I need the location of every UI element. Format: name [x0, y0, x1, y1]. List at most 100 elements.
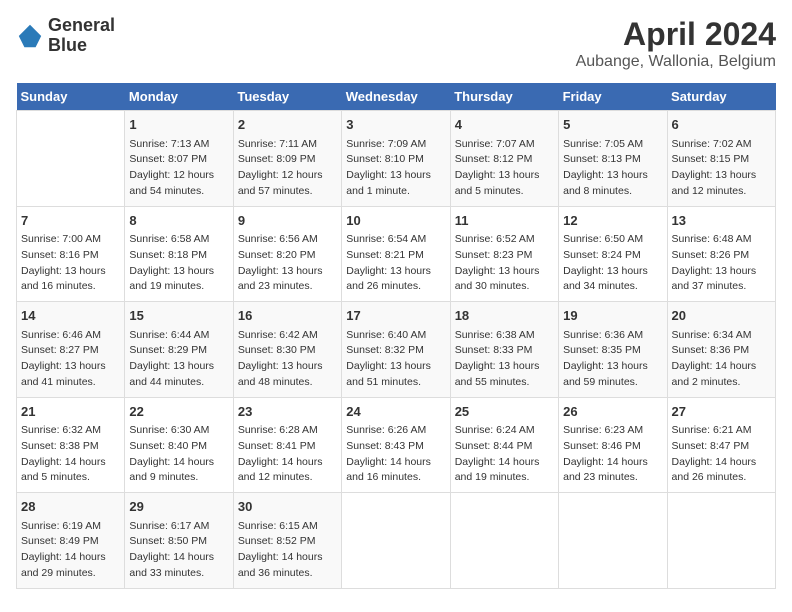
column-header-wednesday: Wednesday [342, 83, 450, 111]
day-info: Sunrise: 6:50 AMSunset: 8:24 PMDaylight:… [563, 232, 662, 295]
calendar-cell: 14Sunrise: 6:46 AMSunset: 8:27 PMDayligh… [17, 302, 125, 398]
day-info: Sunrise: 6:34 AMSunset: 8:36 PMDaylight:… [672, 328, 771, 391]
column-header-thursday: Thursday [450, 83, 558, 111]
calendar-cell: 13Sunrise: 6:48 AMSunset: 8:26 PMDayligh… [667, 206, 775, 302]
day-number: 26 [563, 402, 662, 422]
week-row-3: 14Sunrise: 6:46 AMSunset: 8:27 PMDayligh… [17, 302, 776, 398]
column-header-sunday: Sunday [17, 83, 125, 111]
calendar-cell: 12Sunrise: 6:50 AMSunset: 8:24 PMDayligh… [559, 206, 667, 302]
calendar-cell [667, 493, 775, 589]
column-headers: SundayMondayTuesdayWednesdayThursdayFrid… [17, 83, 776, 111]
calendar-cell: 17Sunrise: 6:40 AMSunset: 8:32 PMDayligh… [342, 302, 450, 398]
logo: General Blue [16, 16, 115, 56]
calendar-cell: 15Sunrise: 6:44 AMSunset: 8:29 PMDayligh… [125, 302, 233, 398]
day-number: 20 [672, 306, 771, 326]
calendar-cell: 10Sunrise: 6:54 AMSunset: 8:21 PMDayligh… [342, 206, 450, 302]
day-info: Sunrise: 6:32 AMSunset: 8:38 PMDaylight:… [21, 423, 120, 486]
day-number: 27 [672, 402, 771, 422]
day-number: 16 [238, 306, 337, 326]
logo-icon [16, 22, 44, 50]
day-info: Sunrise: 6:17 AMSunset: 8:50 PMDaylight:… [129, 519, 228, 582]
day-number: 12 [563, 211, 662, 231]
day-number: 1 [129, 115, 228, 135]
calendar-cell: 6Sunrise: 7:02 AMSunset: 8:15 PMDaylight… [667, 111, 775, 207]
calendar-cell: 2Sunrise: 7:11 AMSunset: 8:09 PMDaylight… [233, 111, 341, 207]
calendar-cell: 23Sunrise: 6:28 AMSunset: 8:41 PMDayligh… [233, 397, 341, 493]
week-row-2: 7Sunrise: 7:00 AMSunset: 8:16 PMDaylight… [17, 206, 776, 302]
day-info: Sunrise: 6:38 AMSunset: 8:33 PMDaylight:… [455, 328, 554, 391]
column-header-friday: Friday [559, 83, 667, 111]
day-number: 2 [238, 115, 337, 135]
day-info: Sunrise: 6:36 AMSunset: 8:35 PMDaylight:… [563, 328, 662, 391]
day-number: 5 [563, 115, 662, 135]
day-info: Sunrise: 6:28 AMSunset: 8:41 PMDaylight:… [238, 423, 337, 486]
calendar-cell: 3Sunrise: 7:09 AMSunset: 8:10 PMDaylight… [342, 111, 450, 207]
day-info: Sunrise: 6:54 AMSunset: 8:21 PMDaylight:… [346, 232, 445, 295]
calendar-cell: 27Sunrise: 6:21 AMSunset: 8:47 PMDayligh… [667, 397, 775, 493]
week-row-4: 21Sunrise: 6:32 AMSunset: 8:38 PMDayligh… [17, 397, 776, 493]
page-header: General Blue April 2024 Aubange, Walloni… [16, 16, 776, 71]
calendar-cell: 26Sunrise: 6:23 AMSunset: 8:46 PMDayligh… [559, 397, 667, 493]
day-info: Sunrise: 6:42 AMSunset: 8:30 PMDaylight:… [238, 328, 337, 391]
calendar-cell: 19Sunrise: 6:36 AMSunset: 8:35 PMDayligh… [559, 302, 667, 398]
calendar-cell: 7Sunrise: 7:00 AMSunset: 8:16 PMDaylight… [17, 206, 125, 302]
main-title: April 2024 [576, 16, 776, 53]
day-number: 23 [238, 402, 337, 422]
day-info: Sunrise: 6:23 AMSunset: 8:46 PMDaylight:… [563, 423, 662, 486]
day-number: 25 [455, 402, 554, 422]
day-number: 17 [346, 306, 445, 326]
day-info: Sunrise: 6:56 AMSunset: 8:20 PMDaylight:… [238, 232, 337, 295]
day-number: 14 [21, 306, 120, 326]
column-header-tuesday: Tuesday [233, 83, 341, 111]
day-info: Sunrise: 6:58 AMSunset: 8:18 PMDaylight:… [129, 232, 228, 295]
calendar-cell: 21Sunrise: 6:32 AMSunset: 8:38 PMDayligh… [17, 397, 125, 493]
day-number: 10 [346, 211, 445, 231]
calendar-cell: 25Sunrise: 6:24 AMSunset: 8:44 PMDayligh… [450, 397, 558, 493]
day-info: Sunrise: 7:00 AMSunset: 8:16 PMDaylight:… [21, 232, 120, 295]
title-block: April 2024 Aubange, Wallonia, Belgium [576, 16, 776, 71]
calendar-cell [450, 493, 558, 589]
calendar-cell: 1Sunrise: 7:13 AMSunset: 8:07 PMDaylight… [125, 111, 233, 207]
column-header-saturday: Saturday [667, 83, 775, 111]
day-number: 30 [238, 497, 337, 517]
day-number: 3 [346, 115, 445, 135]
day-info: Sunrise: 7:02 AMSunset: 8:15 PMDaylight:… [672, 137, 771, 200]
calendar-cell: 11Sunrise: 6:52 AMSunset: 8:23 PMDayligh… [450, 206, 558, 302]
day-number: 9 [238, 211, 337, 231]
logo-line1: General [48, 16, 115, 36]
calendar-cell: 20Sunrise: 6:34 AMSunset: 8:36 PMDayligh… [667, 302, 775, 398]
column-header-monday: Monday [125, 83, 233, 111]
calendar-cell [559, 493, 667, 589]
week-row-5: 28Sunrise: 6:19 AMSunset: 8:49 PMDayligh… [17, 493, 776, 589]
day-info: Sunrise: 6:19 AMSunset: 8:49 PMDaylight:… [21, 519, 120, 582]
day-number: 13 [672, 211, 771, 231]
day-number: 6 [672, 115, 771, 135]
day-info: Sunrise: 7:07 AMSunset: 8:12 PMDaylight:… [455, 137, 554, 200]
day-info: Sunrise: 6:15 AMSunset: 8:52 PMDaylight:… [238, 519, 337, 582]
calendar-cell: 18Sunrise: 6:38 AMSunset: 8:33 PMDayligh… [450, 302, 558, 398]
day-info: Sunrise: 6:24 AMSunset: 8:44 PMDaylight:… [455, 423, 554, 486]
day-info: Sunrise: 6:44 AMSunset: 8:29 PMDaylight:… [129, 328, 228, 391]
calendar-cell: 30Sunrise: 6:15 AMSunset: 8:52 PMDayligh… [233, 493, 341, 589]
logo-line2: Blue [48, 36, 115, 56]
subtitle: Aubange, Wallonia, Belgium [576, 53, 776, 71]
calendar-cell: 29Sunrise: 6:17 AMSunset: 8:50 PMDayligh… [125, 493, 233, 589]
day-number: 15 [129, 306, 228, 326]
day-number: 24 [346, 402, 445, 422]
day-info: Sunrise: 7:05 AMSunset: 8:13 PMDaylight:… [563, 137, 662, 200]
day-number: 4 [455, 115, 554, 135]
calendar-cell: 16Sunrise: 6:42 AMSunset: 8:30 PMDayligh… [233, 302, 341, 398]
day-number: 18 [455, 306, 554, 326]
calendar-cell: 5Sunrise: 7:05 AMSunset: 8:13 PMDaylight… [559, 111, 667, 207]
calendar-cell: 4Sunrise: 7:07 AMSunset: 8:12 PMDaylight… [450, 111, 558, 207]
calendar-cell: 24Sunrise: 6:26 AMSunset: 8:43 PMDayligh… [342, 397, 450, 493]
calendar-cell: 28Sunrise: 6:19 AMSunset: 8:49 PMDayligh… [17, 493, 125, 589]
day-number: 28 [21, 497, 120, 517]
calendar-cell: 9Sunrise: 6:56 AMSunset: 8:20 PMDaylight… [233, 206, 341, 302]
day-number: 7 [21, 211, 120, 231]
day-number: 22 [129, 402, 228, 422]
day-number: 19 [563, 306, 662, 326]
calendar-cell [342, 493, 450, 589]
calendar-cell [17, 111, 125, 207]
day-info: Sunrise: 6:48 AMSunset: 8:26 PMDaylight:… [672, 232, 771, 295]
